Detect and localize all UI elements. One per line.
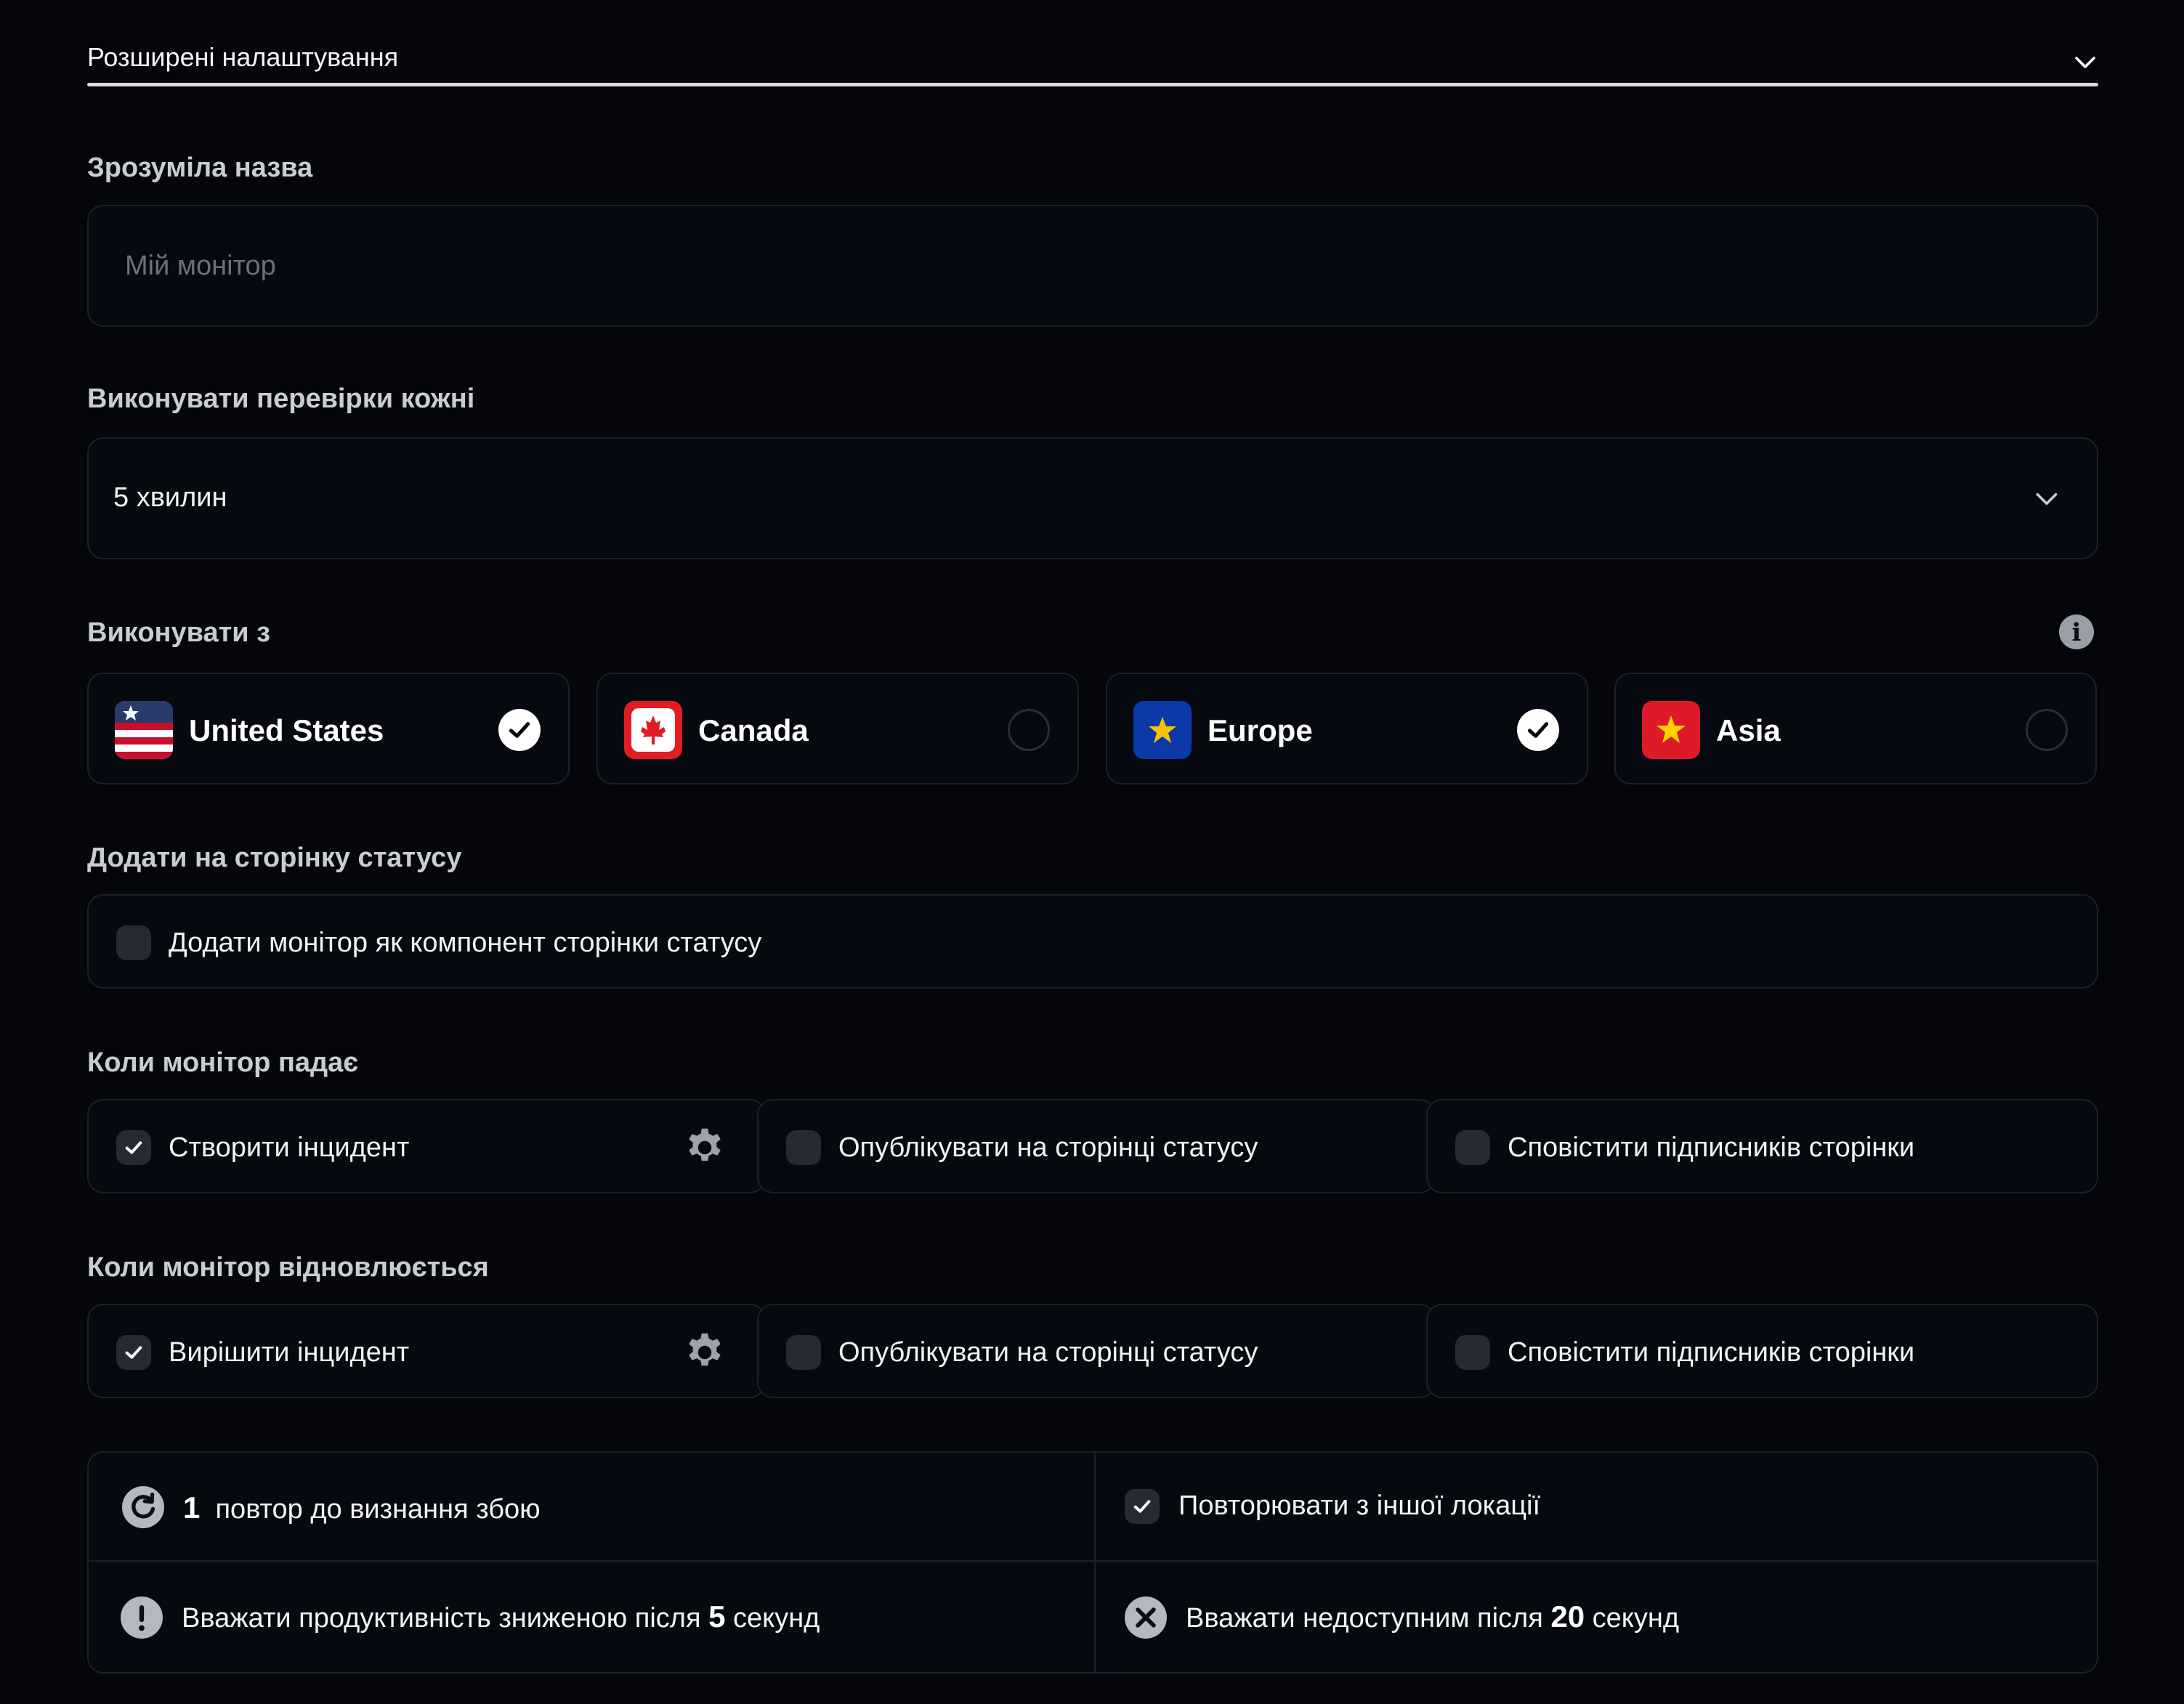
checkmark-icon[interactable]	[1517, 709, 1559, 751]
advanced-settings-header[interactable]: Розширені налаштування	[87, 22, 2098, 87]
info-icon[interactable]: i	[2059, 614, 2094, 649]
degraded-label: Вважати продуктивність зниженою після	[182, 1603, 701, 1634]
resolve-incident-checkbox[interactable]	[116, 1335, 151, 1370]
add-to-status-page-option[interactable]: Додати монітор як компонент сторінки ста…	[87, 894, 2098, 989]
advanced-settings-title: Розширені налаштування	[87, 42, 399, 72]
regions-label: Виконувати з	[87, 617, 271, 648]
region-name: Canada	[698, 713, 809, 747]
checkmark-icon[interactable]	[498, 709, 541, 751]
check-interval-value: 5 хвилин	[113, 482, 227, 513]
publish-label: Опублікувати на сторінці статусу	[838, 1337, 1258, 1368]
notify-checkbox[interactable]	[1455, 1335, 1490, 1370]
publish-status-page-option[interactable]: Опублікувати на сторінці статусу	[757, 1304, 1436, 1398]
publish-status-page-option[interactable]: Опублікувати на сторінці статусу	[757, 1099, 1436, 1193]
unchecked-circle-icon[interactable]	[2026, 709, 2068, 751]
region-canada[interactable]: Canada	[596, 673, 1079, 784]
retries-setting[interactable]: 1 повтор до визнання збою	[89, 1453, 1094, 1560]
resolve-incident-label: Вирішити інцидент	[169, 1337, 410, 1368]
notify-label: Сповістити підписників сторінки	[1508, 1337, 1915, 1368]
chevron-down-icon	[2036, 492, 2058, 506]
check-interval-label: Виконувати перевірки кожні	[87, 384, 475, 414]
create-incident-checkbox[interactable]	[116, 1130, 151, 1165]
create-incident-option[interactable]: Створити інцидент	[87, 1099, 766, 1193]
retries-text: 1 повтор до визнання збою	[183, 1490, 541, 1525]
check-interval-select[interactable]: 5 хвилин	[87, 437, 2098, 559]
close-icon	[1125, 1597, 1167, 1639]
notify-label: Сповістити підписників сторінки	[1508, 1132, 1915, 1163]
exclamation-icon	[121, 1597, 163, 1639]
region-united-states[interactable]: United States	[87, 673, 570, 784]
degraded-threshold-setting[interactable]: Вважати продуктивність зниженою після 5 …	[89, 1562, 1094, 1669]
retries-count[interactable]: 1	[183, 1490, 200, 1525]
status-page-option-label: Додати монітор як компонент сторінки ста…	[169, 928, 762, 958]
notify-subscribers-option[interactable]: Сповістити підписників сторінки	[1426, 1304, 2098, 1398]
thresholds-grid: 1 повтор до визнання збою Повторювати з …	[87, 1451, 2098, 1673]
unchecked-circle-icon[interactable]	[1008, 709, 1050, 751]
down-text: Вважати недоступним після 20 секунд	[1186, 1599, 1679, 1634]
degraded-text: Вважати продуктивність зниженою після 5 …	[182, 1599, 820, 1634]
chevron-up-icon[interactable]	[2072, 49, 2098, 76]
friendly-name-input[interactable]	[87, 205, 2098, 327]
notify-checkbox[interactable]	[1455, 1130, 1490, 1165]
on-down-label: Коли монітор падає	[87, 1047, 359, 1078]
publish-label: Опублікувати на сторінці статусу	[838, 1132, 1258, 1163]
gear-icon[interactable]	[683, 1126, 727, 1169]
retry-other-location-option[interactable]: Повторювати з іншої локації	[1096, 1453, 2097, 1560]
degraded-unit: секунд	[733, 1603, 820, 1634]
publish-checkbox[interactable]	[786, 1335, 821, 1370]
asia-flag-icon	[1642, 701, 1700, 759]
region-name: Europe	[1208, 713, 1313, 747]
down-unit: секунд	[1592, 1603, 1679, 1634]
region-name: United States	[189, 713, 384, 747]
publish-checkbox[interactable]	[786, 1130, 821, 1165]
create-incident-label: Створити інцидент	[169, 1132, 410, 1163]
region-europe[interactable]: Europe	[1106, 673, 1588, 784]
on-recover-label: Коли монітор відновлюється	[87, 1252, 489, 1283]
europe-flag-icon	[1133, 701, 1192, 759]
friendly-name-label: Зрозуміла назва	[87, 153, 313, 183]
down-threshold-setting[interactable]: Вважати недоступним після 20 секунд	[1096, 1562, 2097, 1669]
notify-subscribers-option[interactable]: Сповістити підписників сторінки	[1426, 1099, 2098, 1193]
region-name: Asia	[1716, 713, 1781, 747]
status-page-checkbox[interactable]	[116, 925, 151, 960]
section-divider	[87, 83, 2098, 86]
retry-icon	[122, 1486, 164, 1528]
down-label: Вважати недоступним після	[1186, 1603, 1543, 1634]
retries-label: повтор до визнання збою	[215, 1494, 541, 1525]
status-page-label: Додати на сторінку статусу	[87, 843, 462, 873]
us-flag-icon	[115, 701, 173, 759]
retry-other-location-checkbox[interactable]	[1125, 1489, 1160, 1524]
gear-icon[interactable]	[683, 1331, 727, 1374]
degraded-value[interactable]: 5	[708, 1599, 725, 1634]
resolve-incident-option[interactable]: Вирішити інцидент	[87, 1304, 766, 1398]
retry-other-location-label: Повторювати з іншої локації	[1178, 1490, 1541, 1521]
canada-flag-icon	[624, 701, 682, 759]
down-value[interactable]: 20	[1550, 1599, 1585, 1634]
advanced-settings-panel: Розширені налаштування Зрозуміла назва В…	[0, 0, 2184, 1704]
region-asia[interactable]: Asia	[1614, 673, 2097, 784]
